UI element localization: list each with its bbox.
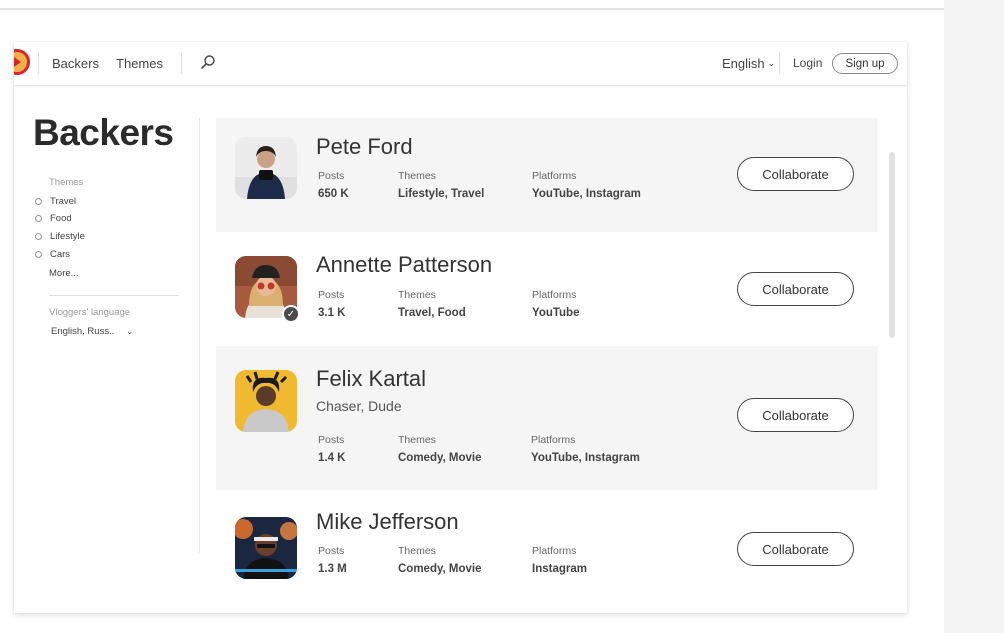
backer-tagline: Chaser, Dude [316, 398, 402, 414]
posts-label: Posts [318, 545, 345, 557]
language-filter-value: English, Russ.. [51, 326, 115, 337]
posts-label: Posts [318, 170, 345, 182]
radio-icon [35, 215, 42, 222]
background-strip [944, 0, 1004, 633]
language-selector[interactable]: English ⌄ [722, 56, 775, 71]
posts-value: 650 K [318, 188, 349, 200]
platforms-value: YouTube, Instagram [532, 188, 641, 200]
theme-filter-cars[interactable]: Cars [35, 249, 70, 260]
themes-filter-heading: Themes [49, 177, 84, 188]
avatar [235, 517, 297, 579]
signup-button[interactable]: Sign up [832, 53, 898, 74]
radio-icon [35, 233, 42, 240]
platforms-label: Platforms [531, 434, 576, 446]
sidebar-border [199, 118, 200, 553]
collaborate-button[interactable]: Collaborate [737, 272, 854, 306]
posts-value: 1.3 M [318, 563, 347, 575]
radio-icon [35, 251, 42, 258]
themes-label: Themes [398, 434, 436, 446]
backer-name: Pete Ford [316, 134, 413, 159]
verified-check-icon: ✓ [282, 305, 300, 323]
top-navbar: Backers Themes English ⌄ Login Sign up [14, 42, 907, 86]
theme-filter-label: Lifestyle [50, 231, 85, 242]
collaborate-button[interactable]: Collaborate [737, 398, 854, 432]
radio-icon [35, 198, 42, 205]
theme-filter-food[interactable]: Food [35, 213, 72, 224]
platforms-label: Platforms [532, 170, 577, 182]
backer-name: Annette Patterson [316, 252, 493, 277]
backer-name: Mike Jefferson [316, 509, 459, 534]
themes-label: Themes [398, 289, 436, 301]
theme-filter-label: Cars [50, 249, 71, 260]
avatar [235, 137, 297, 199]
platforms-value: YouTube [532, 307, 580, 319]
platforms-label: Platforms [532, 545, 577, 557]
backer-card: Pete Ford Posts 650 K Themes Lifestyle, … [216, 118, 878, 232]
themes-value: Comedy, Movie [398, 563, 482, 575]
posts-label: Posts [318, 434, 345, 446]
language-filter-select[interactable]: English, Russ.. ⌄ [51, 326, 133, 337]
collaborate-button[interactable]: Collaborate [737, 532, 854, 566]
platforms-value: YouTube, Instagram [531, 452, 640, 464]
avatar [235, 370, 297, 432]
backer-card: ✓ Annette Patterson Posts 3.1 K Themes T… [216, 232, 878, 346]
theme-filter-label: Food [50, 213, 72, 224]
backer-card: Mike Jefferson Posts 1.3 M Themes Comedy… [216, 490, 878, 613]
theme-filter-travel[interactable]: Travel [35, 196, 76, 207]
nav-divider [38, 52, 39, 74]
backer-name: Felix Kartal [316, 366, 427, 391]
nav-divider [779, 52, 780, 74]
sidebar-divider [49, 295, 179, 296]
logo-icon[interactable] [14, 49, 30, 75]
themes-value: Travel, Food [398, 307, 466, 319]
themes-value: Comedy, Movie [398, 452, 482, 464]
login-link[interactable]: Login [793, 56, 822, 70]
page-title: Backers [33, 112, 174, 153]
top-divider [0, 8, 944, 10]
collaborate-button[interactable]: Collaborate [737, 157, 854, 191]
platforms-value: Instagram [532, 563, 587, 575]
nav-link-themes[interactable]: Themes [116, 56, 163, 71]
nav-divider [181, 52, 182, 74]
app-window: Backers Themes English ⌄ Login Sign up Ba… [14, 42, 907, 613]
posts-value: 1.4 K [318, 452, 346, 464]
themes-label: Themes [398, 170, 436, 182]
scrollbar[interactable] [889, 152, 895, 338]
platforms-label: Platforms [532, 289, 577, 301]
language-filter-heading: Vloggers' language [49, 307, 131, 318]
posts-label: Posts [318, 289, 345, 301]
theme-filter-lifestyle[interactable]: Lifestyle [35, 231, 85, 242]
chevron-down-icon: ⌄ [126, 327, 134, 336]
language-label: English [722, 56, 765, 71]
themes-value: Lifestyle, Travel [398, 188, 485, 200]
nav-link-backers[interactable]: Backers [52, 56, 99, 71]
theme-filter-label: Travel [50, 196, 77, 207]
posts-value: 3.1 K [318, 307, 346, 319]
more-themes-link[interactable]: More... [49, 268, 79, 279]
backer-card: Felix Kartal Chaser, Dude Posts 1.4 K Th… [216, 346, 878, 490]
chevron-down-icon: ⌄ [767, 58, 776, 68]
themes-label: Themes [398, 545, 436, 557]
search-icon[interactable] [200, 54, 216, 70]
